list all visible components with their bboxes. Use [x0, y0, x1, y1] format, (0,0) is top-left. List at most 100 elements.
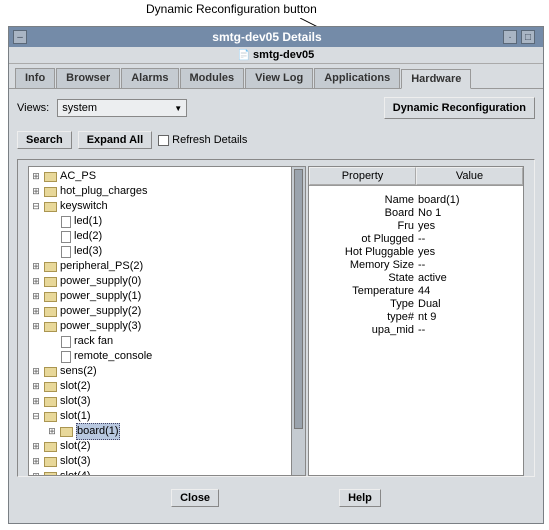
property-row: Fruyes [313, 220, 519, 232]
tab-browser[interactable]: Browser [56, 68, 120, 88]
tree-item-label: hot_plug_charges [60, 184, 147, 199]
tree-item[interactable]: ⊞ sens(2) [31, 364, 303, 379]
tree-item[interactable]: ⊞ hot_plug_charges [31, 184, 303, 199]
property-label: upa_mid [313, 324, 416, 336]
scrollbar-thumb[interactable] [294, 169, 303, 429]
help-button[interactable]: Help [339, 489, 381, 507]
tree-item-label: keyswitch [60, 199, 108, 214]
toggle-icon[interactable]: ⊞ [31, 454, 41, 469]
dynamic-reconfiguration-button[interactable]: Dynamic Reconfiguration [384, 97, 535, 119]
tree-item-label: slot(3) [60, 394, 91, 409]
property-row: BoardNo 1 [313, 207, 519, 219]
toggle-icon[interactable]: ⊞ [31, 304, 41, 319]
tab-bar: Info Browser Alarms Modules View Log App… [9, 64, 543, 89]
property-label: State [313, 272, 416, 284]
tree-item-label: remote_console [74, 349, 152, 364]
tree-item[interactable]: ⊞ power_supply(1) [31, 289, 303, 304]
toggle-icon[interactable]: ⊞ [31, 169, 41, 184]
tree-item-label: slot(2) [60, 439, 91, 454]
toggle-icon[interactable]: ⊞ [47, 424, 57, 439]
toggle-icon[interactable]: ⊞ [31, 364, 41, 379]
page-icon [61, 216, 71, 228]
tree-view[interactable]: ⊞AC_PS⊞hot_plug_charges⊟keyswitchled(1)l… [29, 167, 305, 476]
property-value: -- [416, 324, 519, 336]
property-value: Dual [416, 298, 519, 310]
property-label: Fru [313, 220, 416, 232]
content-area: ⊞AC_PS⊞hot_plug_charges⊟keyswitchled(1)l… [17, 159, 535, 477]
property-row: upa_mid-- [313, 324, 519, 336]
views-value: system [62, 102, 97, 114]
tree-item-label: led(2) [74, 229, 102, 244]
tree-item[interactable]: ⊞ slot(3) [31, 394, 303, 409]
minimize-button[interactable]: · [503, 30, 517, 44]
refresh-details-checkbox[interactable]: Refresh Details [158, 134, 247, 146]
tree-item[interactable]: led(1) [31, 214, 303, 229]
close-button[interactable]: Close [171, 489, 219, 507]
toggle-icon[interactable]: ⊞ [31, 259, 41, 274]
toggle-icon[interactable]: ⊞ [31, 439, 41, 454]
tree-item[interactable]: led(2) [31, 229, 303, 244]
folder-icon [44, 172, 57, 182]
toggle-icon[interactable]: ⊞ [31, 394, 41, 409]
tree-item-label: sens(2) [60, 364, 97, 379]
tab-applications[interactable]: Applications [314, 68, 400, 88]
property-value: yes [416, 246, 519, 258]
tab-hardware[interactable]: Hardware [401, 69, 471, 89]
tree-item[interactable]: ⊞AC_PS [31, 169, 303, 184]
toggle-icon[interactable]: ⊞ [31, 274, 41, 289]
page-icon [61, 351, 71, 363]
tree-item-label: led(1) [74, 214, 102, 229]
tree-item[interactable]: ⊞board(1) [31, 424, 303, 439]
folder-icon [44, 412, 57, 422]
tree-item[interactable]: ⊞ slot(2) [31, 439, 303, 454]
toggle-icon[interactable]: ⊞ [31, 184, 41, 199]
details-window: – smtg-dev05 Details · □ smtg-dev05 Info… [8, 26, 544, 524]
tree-item[interactable]: ⊞slot(4) [31, 469, 303, 476]
tree-item[interactable]: rack fan [31, 334, 303, 349]
tree-item[interactable]: ⊞slot(2) [31, 379, 303, 394]
folder-icon [44, 442, 57, 452]
property-row: Temperature44 [313, 285, 519, 297]
tree-item[interactable]: ⊟ keyswitch [31, 199, 303, 214]
tree-panel: ⊞AC_PS⊞hot_plug_charges⊟keyswitchled(1)l… [28, 166, 306, 476]
toggle-icon[interactable]: ⊟ [31, 199, 41, 214]
tree-item-label: led(3) [74, 244, 102, 259]
property-label: Temperature [313, 285, 416, 297]
folder-icon [44, 202, 57, 212]
maximize-button[interactable]: □ [521, 30, 535, 44]
property-label: Board [313, 207, 416, 219]
tree-scrollbar[interactable] [291, 167, 305, 475]
toggle-icon[interactable]: ⊞ [31, 319, 41, 334]
properties-panel: Property Value Nameboard(1)BoardNo 1Fruy… [308, 166, 524, 476]
tree-item[interactable]: ⊞power_supply(3) [31, 319, 303, 334]
property-row: Nameboard(1) [313, 194, 519, 206]
toggle-icon[interactable]: ⊞ [31, 379, 41, 394]
tree-item[interactable]: remote_console [31, 349, 303, 364]
expand-all-button[interactable]: Expand All [78, 131, 152, 149]
toggle-icon[interactable]: ⊞ [31, 289, 41, 304]
tab-view-log[interactable]: View Log [245, 68, 313, 88]
tree-item[interactable]: ⊞power_supply(2) [31, 304, 303, 319]
toggle-icon[interactable]: ⊞ [31, 469, 41, 476]
folder-icon [44, 292, 57, 302]
property-label: ot Plugged [313, 233, 416, 245]
tree-item[interactable]: ⊟slot(1) [31, 409, 303, 424]
views-dropdown[interactable]: system ▼ [57, 99, 187, 117]
property-label: type# [313, 311, 416, 323]
tree-item[interactable]: ⊞slot(3) [31, 454, 303, 469]
property-row: TypeDual [313, 298, 519, 310]
folder-icon [44, 397, 57, 407]
folder-icon [44, 322, 57, 332]
views-label: Views: [17, 102, 49, 114]
toggle-icon[interactable]: ⊟ [31, 409, 41, 424]
tab-info[interactable]: Info [15, 68, 55, 88]
window-menu-button[interactable]: – [13, 30, 27, 44]
tree-item[interactable]: led(3) [31, 244, 303, 259]
search-button[interactable]: Search [17, 131, 72, 149]
tree-item[interactable]: ⊞power_supply(0) [31, 274, 303, 289]
property-label: Hot Pluggable [313, 246, 416, 258]
tab-alarms[interactable]: Alarms [121, 68, 178, 88]
tree-item[interactable]: ⊞peripheral_PS(2) [31, 259, 303, 274]
tab-modules[interactable]: Modules [180, 68, 245, 88]
tree-item-label: power_supply(1) [60, 289, 141, 304]
